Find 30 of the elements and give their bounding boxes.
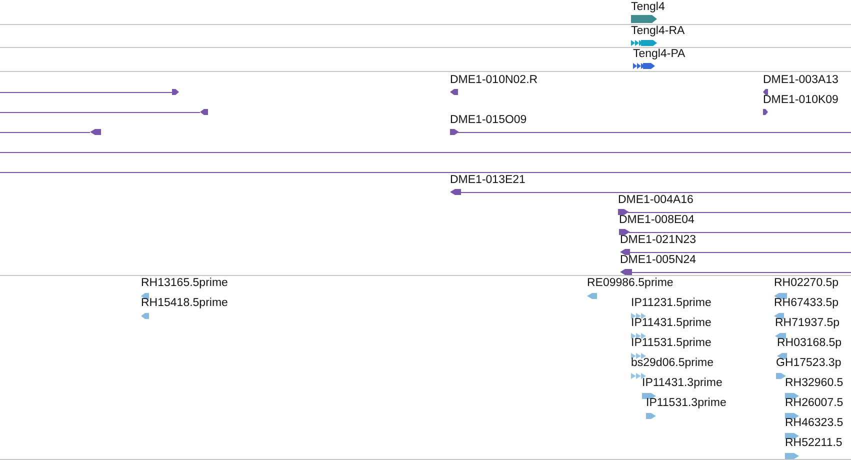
feature-label: RH02270.5p [774,277,839,290]
feature-label: RH71937.5p [775,317,840,330]
feature-label: RH67433.5p [774,297,839,310]
feature-label: DME1-005N24 [620,254,696,267]
feature-label: RH26007.5 [785,397,844,410]
feature-label: RH13165.5prime [141,277,228,290]
feature-label: DME1-021N23 [620,234,696,247]
feature-label: DME1-013E21 [450,174,526,187]
feature-label: RH15418.5prime [141,297,228,310]
feature-label: Tengl4-PA [633,48,686,61]
feature-label: DME1-003A13 [763,74,838,87]
feature-label: RH52211.5 [785,437,842,450]
feature-label: DME1-015O09 [450,114,527,127]
feature-label: DME1-004A16 [618,194,694,207]
feature-label: IP11531.3prime [646,397,726,410]
feature-label: DME1-010K09 [763,94,838,107]
feature-label: IP11431.3prime [642,377,722,390]
feature-label: Tengl4-RA [631,25,685,38]
feature-label: DME1-010N02.R [450,74,538,87]
feature-label: DME1-008E04 [619,214,694,227]
feature-label: Tengl4 [631,1,665,14]
feature-label: IP11231.5prime [631,297,712,310]
feature-label: RE09986.5prime [587,277,674,290]
feature-label: RH03168.5p [777,337,842,350]
feature-label: bs29d06.5prime [631,357,714,370]
feature-label: GH17523.3p [776,357,842,370]
feature-label: RH46323.5 [785,417,844,430]
feature-label: RH32960.5 [785,377,844,390]
feature-label: IP11431.5prime [631,317,712,330]
feature-label: IP11531.5prime [631,337,712,350]
